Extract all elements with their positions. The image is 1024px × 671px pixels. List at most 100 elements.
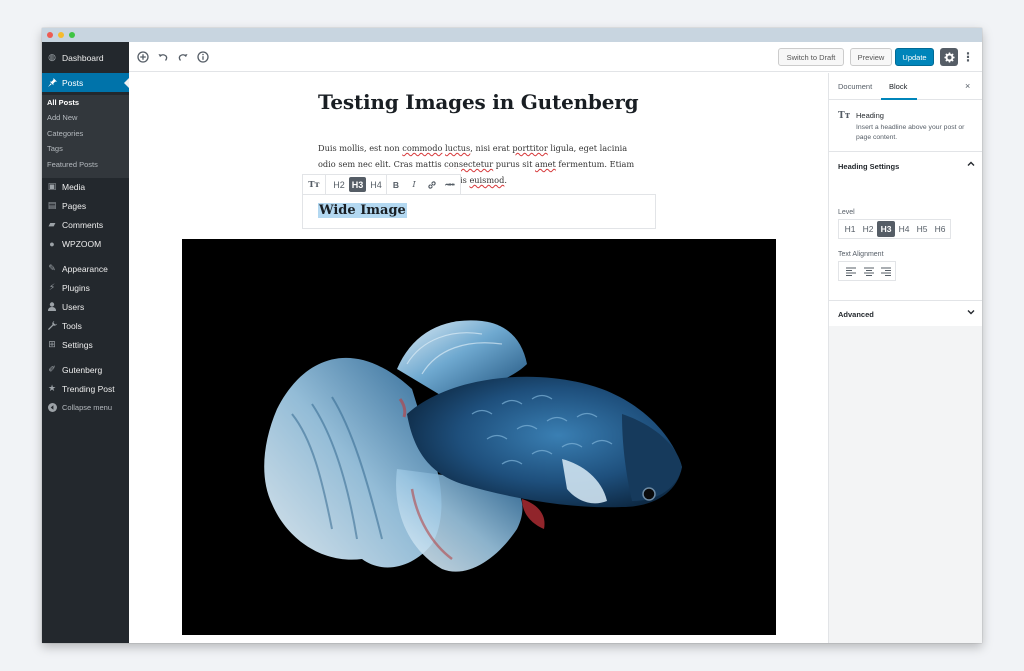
sidebar-item-comments[interactable]: ▰ Comments [42,215,129,234]
image-block[interactable] [182,239,776,635]
sidebar-item-label: Trending Post [62,383,115,394]
more-menu-icon[interactable]: ⋮ [962,48,974,66]
submenu-all-posts[interactable]: All Posts [47,98,79,107]
heading-level-selector: H1 H2 H3 H4 H5 H6 [838,219,951,239]
sidebar-empty-area [829,326,982,643]
sidebar-item-plugins[interactable]: ⚡ Plugins [42,278,129,297]
link-button[interactable] [423,177,441,192]
misspelled-word: consectetur [444,159,494,169]
undo-icon[interactable] [155,49,171,65]
sidebar-item-dashboard[interactable]: ◍ Dashboard [42,48,129,67]
sidebar-item-label: Settings [62,339,93,350]
block-type-switcher[interactable]: Tт [303,177,325,192]
misspelled-word: amet [535,159,556,169]
tab-document[interactable]: Document [838,82,872,91]
align-right-icon[interactable] [877,263,895,279]
link-icon [428,180,436,189]
heading-level-h3-button[interactable]: H3 [349,177,366,192]
align-left-icon[interactable] [842,263,860,279]
posts-submenu: All Posts Add New Categories Tags Featur… [42,95,129,178]
sidebar-item-appearance[interactable]: ✎ Appearance [42,259,129,278]
tools-icon [42,321,62,330]
post-title[interactable]: Testing Images in Gutenberg [318,90,639,114]
heading-settings-panel-toggle[interactable]: Heading Settings [829,153,982,179]
settings-icon: ⊞ [48,339,56,349]
users-icon [42,302,62,311]
submenu-tags[interactable]: Tags [47,144,63,153]
redo-icon[interactable] [175,49,191,65]
sidebar-item-label: Posts [62,77,84,88]
chevron-up-icon [967,160,975,170]
sidebar-item-users[interactable]: Users [42,297,129,316]
sidebar-item-trending-post[interactable]: ★ Trending Post [42,379,129,398]
add-block-icon[interactable] [135,49,151,65]
advanced-panel-toggle[interactable]: Advanced [829,301,982,327]
info-icon[interactable] [195,49,211,65]
sidebar-collapse-menu[interactable]: Collapse menu [42,398,129,417]
gutenberg-icon: ✐ [48,364,56,374]
level-h5-button[interactable]: H5 [913,221,931,237]
block-card-title: Heading [856,111,884,120]
strikethrough-button[interactable]: ABC [441,177,459,192]
wpzoom-icon: ● [49,238,55,249]
plugins-icon: ⚡ [48,282,56,292]
text-run: purus sit [493,159,536,169]
level-h1-button[interactable]: H1 [841,221,859,237]
bold-button[interactable]: B [387,177,405,192]
sidebar-item-label: Appearance [62,263,108,274]
align-center-icon[interactable] [860,263,878,279]
level-h4-button[interactable]: H4 [895,221,913,237]
sidebar-item-label: Tools [62,320,82,331]
preview-button[interactable]: Preview [850,48,892,66]
star-icon: ★ [47,383,57,393]
sidebar-item-label: Collapse menu [62,403,113,412]
misspelled-word: porttitor [512,143,548,153]
switch-to-draft-button[interactable]: Switch to Draft [778,48,844,66]
text-run: fermentum. Etiam [555,159,635,169]
misspelled-word: commodo [402,143,443,153]
level-h2-button[interactable]: H2 [859,221,877,237]
level-h3-button[interactable]: H3 [877,221,895,237]
admin-sidebar: ◍ Dashboard Posts All Posts Add New Cate… [42,42,129,643]
toolbar-separator [325,174,326,195]
editor-header-toolbar: Switch to Draft Preview Update ⋮ [129,42,982,72]
betta-fish-image [264,320,682,572]
media-icon: ▣ [47,181,57,191]
text-run: odio sem nec elit. Cras mattis [318,159,445,169]
close-window-dot[interactable] [47,32,53,38]
tab-block[interactable]: Block [889,82,907,91]
maximize-window-dot[interactable] [69,32,75,38]
level-h6-button[interactable]: H6 [931,221,949,237]
italic-button[interactable]: I [405,177,423,192]
sidebar-item-settings[interactable]: ⊞ Settings [42,335,129,354]
misspelled-word: euismod [469,175,505,185]
heading-level-h2-button[interactable]: H2 [329,177,349,192]
update-button[interactable]: Update [895,48,934,66]
submenu-add-new[interactable]: Add New [47,113,77,122]
heading-block-icon: Tт [838,111,851,121]
minimize-window-dot[interactable] [58,32,64,38]
submenu-categories[interactable]: Categories [47,129,83,138]
comments-icon: ▰ [48,219,56,229]
sidebar-item-tools[interactable]: Tools [42,316,129,335]
sidebar-item-gutenberg[interactable]: ✐ Gutenberg [42,360,129,379]
appearance-icon: ✎ [48,263,56,273]
heading-block[interactable]: Wide Image [302,194,656,229]
text-run: Duis mollis, est non [318,143,403,153]
sidebar-item-label: Pages [62,200,87,211]
sidebar-item-pages[interactable]: ▤ Pages [42,196,129,215]
sidebar-item-wpzoom[interactable]: ● WPZOOM [42,234,129,253]
text-alignment-toolbar [838,261,896,281]
sidebar-item-media[interactable]: ▣ Media [42,177,129,196]
close-icon[interactable]: × [965,81,970,91]
active-tab-indicator [881,98,917,100]
sidebar-item-label: Media [62,181,86,192]
submenu-featured-posts[interactable]: Featured Posts [47,160,98,169]
heading-text[interactable]: Wide Image [318,203,407,218]
sidebar-item-posts[interactable]: Posts [42,73,129,92]
settings-toggle-button[interactable] [940,48,958,66]
text-run: ligula, eget lacinia [547,143,628,153]
dashboard-icon: ◍ [48,52,56,62]
heading-level-h4-button[interactable]: H4 [366,177,386,192]
misspelled-word: luctus [445,143,471,153]
